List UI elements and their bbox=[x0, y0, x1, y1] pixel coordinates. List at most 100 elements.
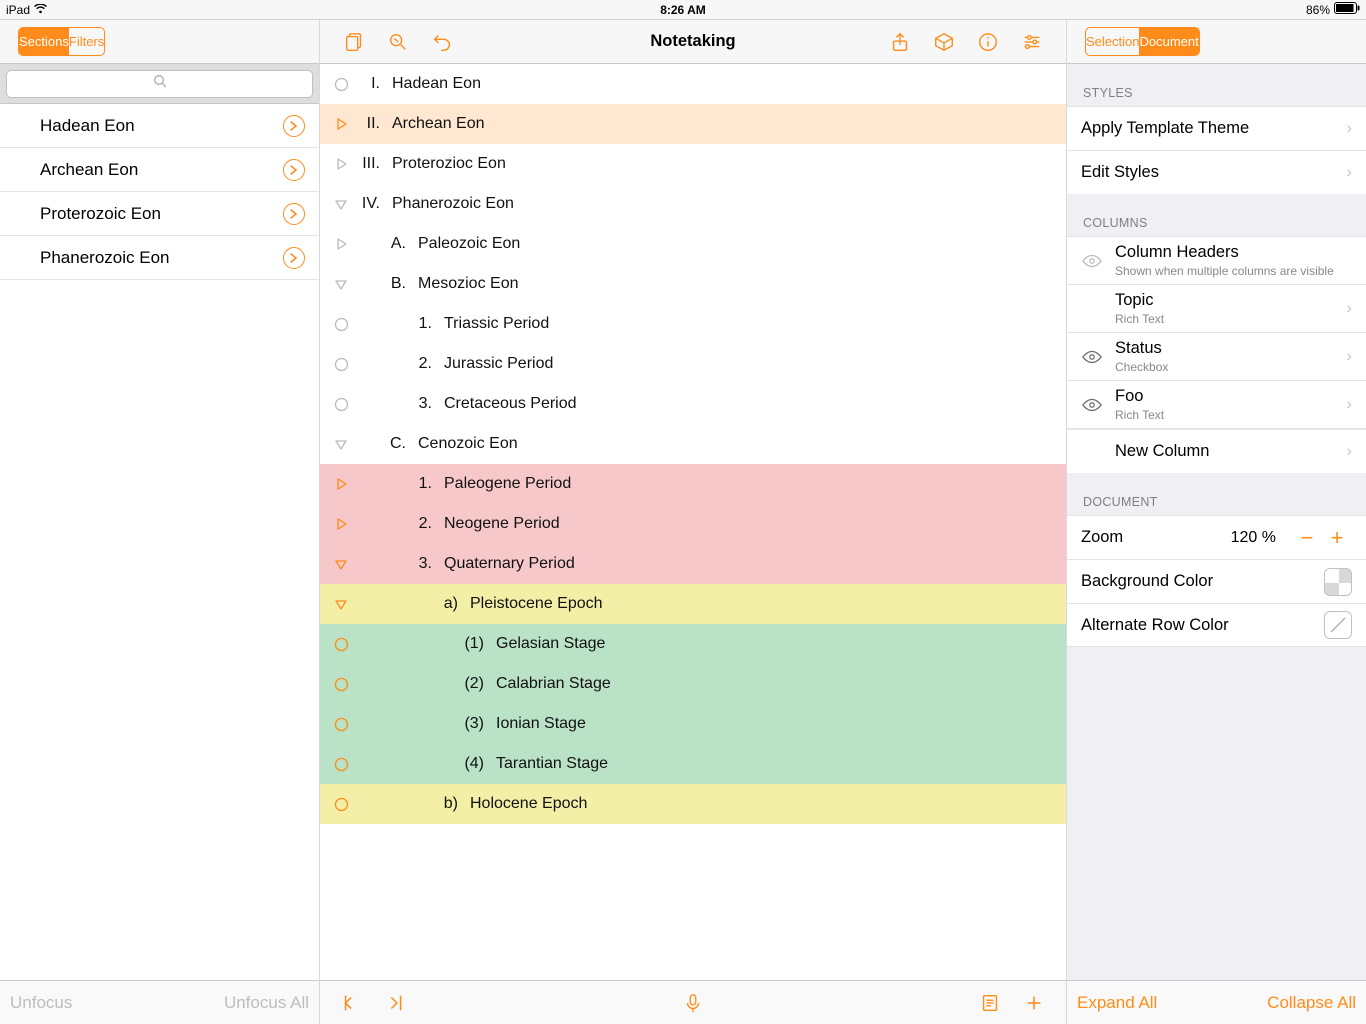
eye-icon[interactable] bbox=[1081, 350, 1103, 364]
row-text[interactable]: Proterozioc Eon bbox=[392, 155, 506, 173]
row-text[interactable]: Cenozoic Eon bbox=[418, 435, 518, 453]
column-row[interactable]: TopicRich Text› bbox=[1067, 284, 1366, 332]
search-doc-icon[interactable] bbox=[376, 31, 420, 53]
unfocus-button[interactable]: Unfocus bbox=[10, 993, 72, 1013]
outline-row[interactable]: 3.Quaternary Period bbox=[320, 544, 1066, 584]
column-row[interactable]: FooRich Text› bbox=[1067, 380, 1366, 429]
zoom-minus[interactable]: − bbox=[1292, 525, 1322, 551]
note-icon[interactable] bbox=[968, 992, 1012, 1014]
row-handle-icon[interactable] bbox=[330, 793, 352, 815]
outline-row[interactable]: (2)Calabrian Stage bbox=[320, 664, 1066, 704]
row-text[interactable]: Paleogene Period bbox=[444, 475, 571, 493]
row-handle-icon[interactable] bbox=[330, 433, 352, 455]
column-row[interactable]: StatusCheckbox› bbox=[1067, 332, 1366, 380]
row-handle-icon[interactable] bbox=[330, 313, 352, 335]
search-input[interactable] bbox=[6, 70, 313, 98]
outline[interactable]: I.Hadean EonII.Archean EonIII.Proterozio… bbox=[320, 64, 1066, 980]
outline-row[interactable]: 2.Jurassic Period bbox=[320, 344, 1066, 384]
sidebar-item[interactable]: Archean Eon bbox=[0, 148, 319, 192]
outline-row[interactable]: a)Pleistocene Epoch bbox=[320, 584, 1066, 624]
add-icon[interactable] bbox=[1012, 992, 1056, 1014]
disclosure-icon[interactable] bbox=[283, 159, 305, 181]
column-headers-row[interactable]: Column Headers Shown when multiple colum… bbox=[1067, 236, 1366, 284]
row-text[interactable]: Gelasian Stage bbox=[496, 635, 605, 653]
row-text[interactable]: Mesozioc Eon bbox=[418, 275, 519, 293]
row-text[interactable]: Archean Eon bbox=[392, 115, 485, 133]
unfocus-all-button[interactable]: Unfocus All bbox=[224, 993, 309, 1013]
row-handle-icon[interactable] bbox=[330, 153, 352, 175]
tab-sections[interactable]: Sections bbox=[19, 28, 69, 55]
color-swatch-none[interactable] bbox=[1324, 611, 1352, 639]
row-handle-icon[interactable] bbox=[330, 633, 352, 655]
color-swatch-checker[interactable] bbox=[1324, 568, 1352, 596]
outline-row[interactable]: B.Mesozioc Eon bbox=[320, 264, 1066, 304]
outline-row[interactable]: (4)Tarantian Stage bbox=[320, 744, 1066, 784]
documents-icon[interactable] bbox=[332, 31, 376, 53]
row-text[interactable]: Phanerozoic Eon bbox=[392, 195, 514, 213]
outline-row[interactable]: A.Paleozoic Eon bbox=[320, 224, 1066, 264]
outline-row[interactable]: 1.Paleogene Period bbox=[320, 464, 1066, 504]
outline-row[interactable]: I.Hadean Eon bbox=[320, 64, 1066, 104]
zoom-plus[interactable]: + bbox=[1322, 525, 1352, 551]
sidebar-segmented[interactable]: Sections Filters bbox=[18, 27, 105, 56]
row-text[interactable]: Ionian Stage bbox=[496, 715, 586, 733]
microphone-icon[interactable] bbox=[671, 992, 715, 1014]
outline-row[interactable]: (1)Gelasian Stage bbox=[320, 624, 1066, 664]
row-handle-icon[interactable] bbox=[330, 353, 352, 375]
row-handle-icon[interactable] bbox=[330, 73, 352, 95]
sidebar-item[interactable]: Hadean Eon bbox=[0, 104, 319, 148]
row-handle-icon[interactable] bbox=[330, 233, 352, 255]
disclosure-icon[interactable] bbox=[283, 247, 305, 269]
outline-row[interactable]: C.Cenozoic Eon bbox=[320, 424, 1066, 464]
row-text[interactable]: Triassic Period bbox=[444, 315, 549, 333]
expand-all-button[interactable]: Expand All bbox=[1077, 993, 1157, 1013]
row-text[interactable]: Paleozoic Eon bbox=[418, 235, 520, 253]
background-color[interactable]: Background Color bbox=[1067, 559, 1366, 603]
row-text[interactable]: Pleistocene Epoch bbox=[470, 595, 603, 613]
disclosure-icon[interactable] bbox=[283, 115, 305, 137]
eye-icon[interactable] bbox=[1081, 398, 1103, 412]
outline-row[interactable]: IV.Phanerozoic Eon bbox=[320, 184, 1066, 224]
indent-icon[interactable] bbox=[374, 992, 418, 1014]
row-text[interactable]: Jurassic Period bbox=[444, 355, 553, 373]
row-handle-icon[interactable] bbox=[330, 193, 352, 215]
row-handle-icon[interactable] bbox=[330, 273, 352, 295]
row-text[interactable]: Neogene Period bbox=[444, 515, 560, 533]
outline-row[interactable]: 2.Neogene Period bbox=[320, 504, 1066, 544]
share-icon[interactable] bbox=[878, 31, 922, 53]
row-handle-icon[interactable] bbox=[330, 553, 352, 575]
row-handle-icon[interactable] bbox=[330, 673, 352, 695]
inspector-segmented[interactable]: Selection Document bbox=[1085, 27, 1200, 56]
outline-row[interactable]: 1.Triassic Period bbox=[320, 304, 1066, 344]
sidebar-item[interactable]: Phanerozoic Eon bbox=[0, 236, 319, 280]
row-handle-icon[interactable] bbox=[330, 513, 352, 535]
row-text[interactable]: Tarantian Stage bbox=[496, 755, 608, 773]
row-text[interactable]: Hadean Eon bbox=[392, 75, 481, 93]
outline-row[interactable]: 3.Cretaceous Period bbox=[320, 384, 1066, 424]
outline-row[interactable]: II.Archean Eon bbox=[320, 104, 1066, 144]
apply-template-theme[interactable]: Apply Template Theme › bbox=[1067, 106, 1366, 150]
outline-row[interactable]: (3)Ionian Stage bbox=[320, 704, 1066, 744]
tab-document[interactable]: Document bbox=[1139, 28, 1198, 55]
package-icon[interactable] bbox=[922, 31, 966, 53]
row-handle-icon[interactable] bbox=[330, 593, 352, 615]
row-handle-icon[interactable] bbox=[330, 473, 352, 495]
outline-row[interactable]: III.Proterozioc Eon bbox=[320, 144, 1066, 184]
row-text[interactable]: Quaternary Period bbox=[444, 555, 575, 573]
sidebar-item[interactable]: Proterozoic Eon bbox=[0, 192, 319, 236]
row-handle-icon[interactable] bbox=[330, 713, 352, 735]
collapse-all-button[interactable]: Collapse All bbox=[1267, 993, 1356, 1013]
tab-selection[interactable]: Selection bbox=[1086, 28, 1139, 55]
row-handle-icon[interactable] bbox=[330, 393, 352, 415]
row-text[interactable]: Holocene Epoch bbox=[470, 795, 587, 813]
row-handle-icon[interactable] bbox=[330, 753, 352, 775]
settings-lines-icon[interactable] bbox=[1010, 31, 1054, 53]
row-text[interactable]: Cretaceous Period bbox=[444, 395, 577, 413]
info-icon[interactable] bbox=[966, 31, 1010, 53]
new-column[interactable]: New Column › bbox=[1067, 429, 1366, 473]
row-handle-icon[interactable] bbox=[330, 113, 352, 135]
outline-row[interactable]: b)Holocene Epoch bbox=[320, 784, 1066, 824]
outdent-icon[interactable] bbox=[330, 992, 374, 1014]
row-text[interactable]: Calabrian Stage bbox=[496, 675, 611, 693]
alternate-row-color[interactable]: Alternate Row Color bbox=[1067, 603, 1366, 647]
